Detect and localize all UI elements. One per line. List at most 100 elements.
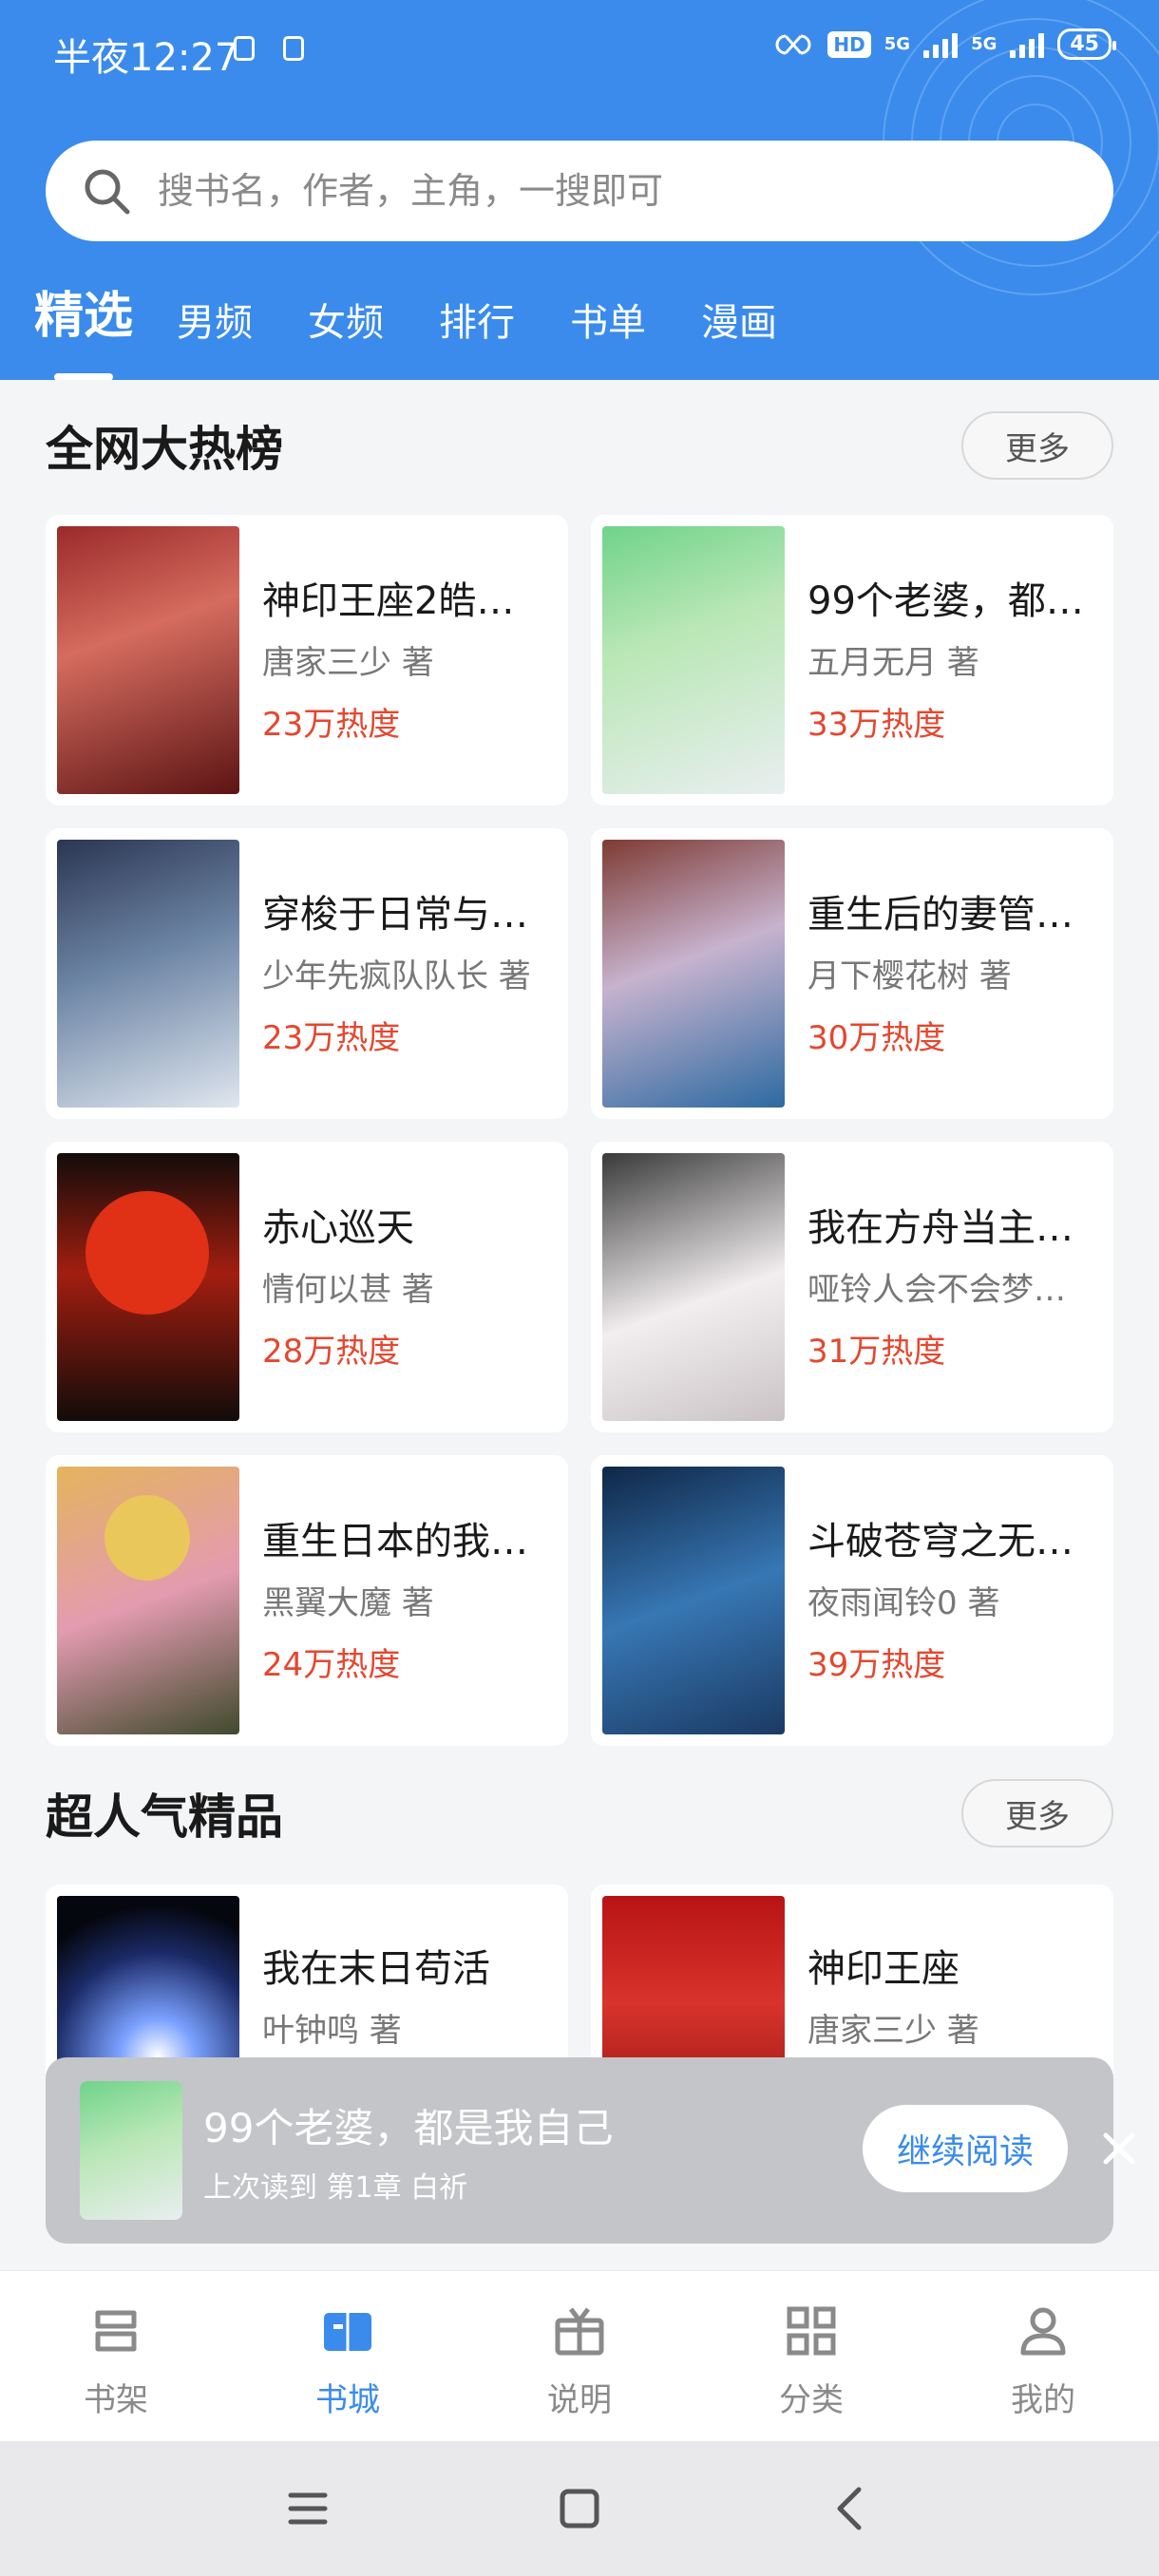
signal-icon: [923, 31, 959, 58]
book-cover: [57, 526, 239, 794]
signal-icon-2: [1010, 31, 1045, 58]
book-card[interactable]: 赤心巡天 情何以甚 著 28万热度: [46, 1142, 568, 1432]
continue-reading-banner[interactable]: 99个老婆，都是我自己 上次读到 第1章 白祈 继续阅读: [46, 2057, 1135, 2244]
book-heat: 28万热度: [262, 1333, 401, 1371]
book-cover: [57, 1153, 239, 1421]
nav-label: 书架: [84, 2381, 148, 2419]
book-card[interactable]: 神印王座2皓… 唐家三少 著 23万热度: [46, 515, 568, 805]
nav-label: 书城: [315, 2381, 380, 2419]
gift-icon: [555, 2307, 604, 2356]
cover-art: [104, 1495, 190, 1581]
hd-badge: HD: [827, 30, 871, 58]
nav-bookstore[interactable]: 书城: [232, 2271, 464, 2441]
bookshelf-icon: [95, 2310, 137, 2352]
link-icon: [775, 34, 811, 54]
bookstore-icon: [324, 2313, 371, 2351]
book-card[interactable]: 斗破苍穹之无… 夜雨闻铃0 著 39万热度: [591, 1455, 1113, 1746]
book-title: 我在末日苟活: [262, 1946, 490, 1991]
tab-booklist[interactable]: 书单: [570, 292, 646, 352]
book-heat: 23万热度: [262, 1019, 401, 1057]
book-author: 唐家三少 著: [808, 2011, 979, 2050]
tab-comics[interactable]: 漫画: [701, 292, 777, 352]
book-cover: [602, 1467, 785, 1734]
book-author: 少年先疯队队长 著: [262, 957, 531, 995]
more-button[interactable]: 更多: [961, 411, 1113, 480]
cover-art: [86, 1191, 209, 1315]
continue-book-title: 99个老婆，都是我自己: [203, 2104, 614, 2151]
book-card[interactable]: 我在方舟当主… 哑铃人会不会梦… 31万热度: [591, 1142, 1113, 1432]
nav-label: 我的: [1011, 2381, 1075, 2419]
book-title: 神印王座2皓…: [262, 579, 515, 623]
hot-books-grid: 神印王座2皓… 唐家三少 著 23万热度 99个老婆，都… 五月无月 著 33万…: [46, 515, 1113, 1746]
book-title: 99个老婆，都…: [808, 579, 1084, 623]
book-cover: [602, 1153, 785, 1421]
book-title: 穿梭于日常与…: [262, 893, 528, 937]
search-bar[interactable]: [46, 141, 1113, 241]
book-title: 神印王座: [808, 1946, 960, 1991]
nav-bookshelf[interactable]: 书架: [0, 2271, 232, 2441]
menu-icon[interactable]: [281, 2482, 334, 2535]
nav-label: 分类: [779, 2381, 844, 2419]
book-cover: [57, 840, 239, 1108]
book-card[interactable]: 重生日本的我… 黑翼大魔 著 24万热度: [46, 1455, 568, 1746]
book-heat: 23万热度: [262, 706, 401, 744]
status-time: 半夜12:27: [53, 36, 239, 80]
tab-featured[interactable]: 精选: [34, 275, 133, 352]
book-title: 斗破苍穹之无…: [808, 1520, 1074, 1563]
book-author: 夜雨闻铃0 著: [808, 1584, 1000, 1622]
nav-info[interactable]: 说明: [464, 2271, 695, 2441]
book-card[interactable]: 99个老婆，都… 五月无月 著 33万热度: [591, 515, 1113, 805]
battery-icon: 45: [1057, 28, 1116, 60]
profile-icon: [1020, 2307, 1066, 2356]
book-heat: 24万热度: [262, 1646, 401, 1684]
notification-icon: [283, 36, 304, 61]
book-heat: 30万热度: [808, 1019, 946, 1057]
home-icon[interactable]: [553, 2482, 606, 2535]
close-icon[interactable]: [1091, 2120, 1148, 2177]
network-label: 5G: [884, 34, 911, 54]
bottom-navigation: 书架 书城 说明 分类 我的: [0, 2270, 1159, 2441]
status-indicators: HD 5G 5G 45: [772, 28, 1116, 60]
tab-female[interactable]: 女频: [308, 292, 384, 352]
book-title: 重生日本的我…: [262, 1520, 528, 1563]
book-title: 赤心巡天: [262, 1206, 414, 1250]
book-cover: [602, 526, 785, 794]
book-card[interactable]: 重生后的妻管… 月下樱花树 著 30万热度: [591, 828, 1113, 1119]
book-heat: 31万热度: [808, 1333, 946, 1371]
section-title: 全网大热榜: [46, 422, 283, 477]
book-author: 黑翼大魔 著: [262, 1584, 434, 1622]
book-title: 重生后的妻管…: [808, 893, 1074, 937]
header: 半夜12:27 HD 5G 5G 45 精选 男频 女频 排行 书单 漫画: [0, 0, 1159, 380]
more-button[interactable]: 更多: [961, 1779, 1113, 1847]
book-author: 情何以甚 著: [262, 1271, 434, 1309]
category-tabs: 精选 男频 女频 排行 书单 漫画: [34, 275, 832, 352]
book-card[interactable]: 穿梭于日常与… 少年先疯队队长 著 23万热度: [46, 828, 568, 1119]
back-icon[interactable]: [825, 2482, 878, 2535]
status-bar: 半夜12:27 HD 5G 5G 45: [0, 0, 1159, 104]
network-label-2: 5G: [971, 34, 998, 54]
book-cover: [57, 1467, 239, 1734]
continue-book-cover: [80, 2081, 182, 2220]
notification-icon: [234, 36, 255, 61]
book-title: 我在方舟当主…: [808, 1206, 1074, 1250]
nav-category[interactable]: 分类: [695, 2271, 927, 2441]
continue-reading-button[interactable]: 继续阅读: [863, 2105, 1068, 2192]
book-heat: 33万热度: [808, 706, 946, 744]
book-author: 唐家三少 著: [262, 644, 434, 682]
section-header-popular: 超人气精品 更多: [46, 1778, 1113, 1848]
nav-label: 说明: [547, 2381, 612, 2419]
book-author: 五月无月 著: [808, 644, 979, 682]
nav-profile[interactable]: 我的: [927, 2271, 1159, 2441]
section-header-hot: 全网大热榜 更多: [46, 410, 1113, 481]
grid-icon: [787, 2306, 836, 2356]
tab-ranking[interactable]: 排行: [439, 292, 515, 352]
search-input[interactable]: [158, 170, 1013, 212]
section-title: 超人气精品: [46, 1790, 283, 1845]
book-author: 月下樱花树 著: [808, 957, 1012, 995]
book-author: 哑铃人会不会梦…: [808, 1271, 1066, 1309]
continue-progress: 上次读到 第1章 白祈: [203, 2170, 468, 2205]
system-navigation-bar: [0, 2441, 1159, 2576]
search-icon: [85, 169, 130, 215]
tab-male[interactable]: 男频: [177, 292, 253, 352]
book-heat: 39万热度: [808, 1646, 946, 1684]
